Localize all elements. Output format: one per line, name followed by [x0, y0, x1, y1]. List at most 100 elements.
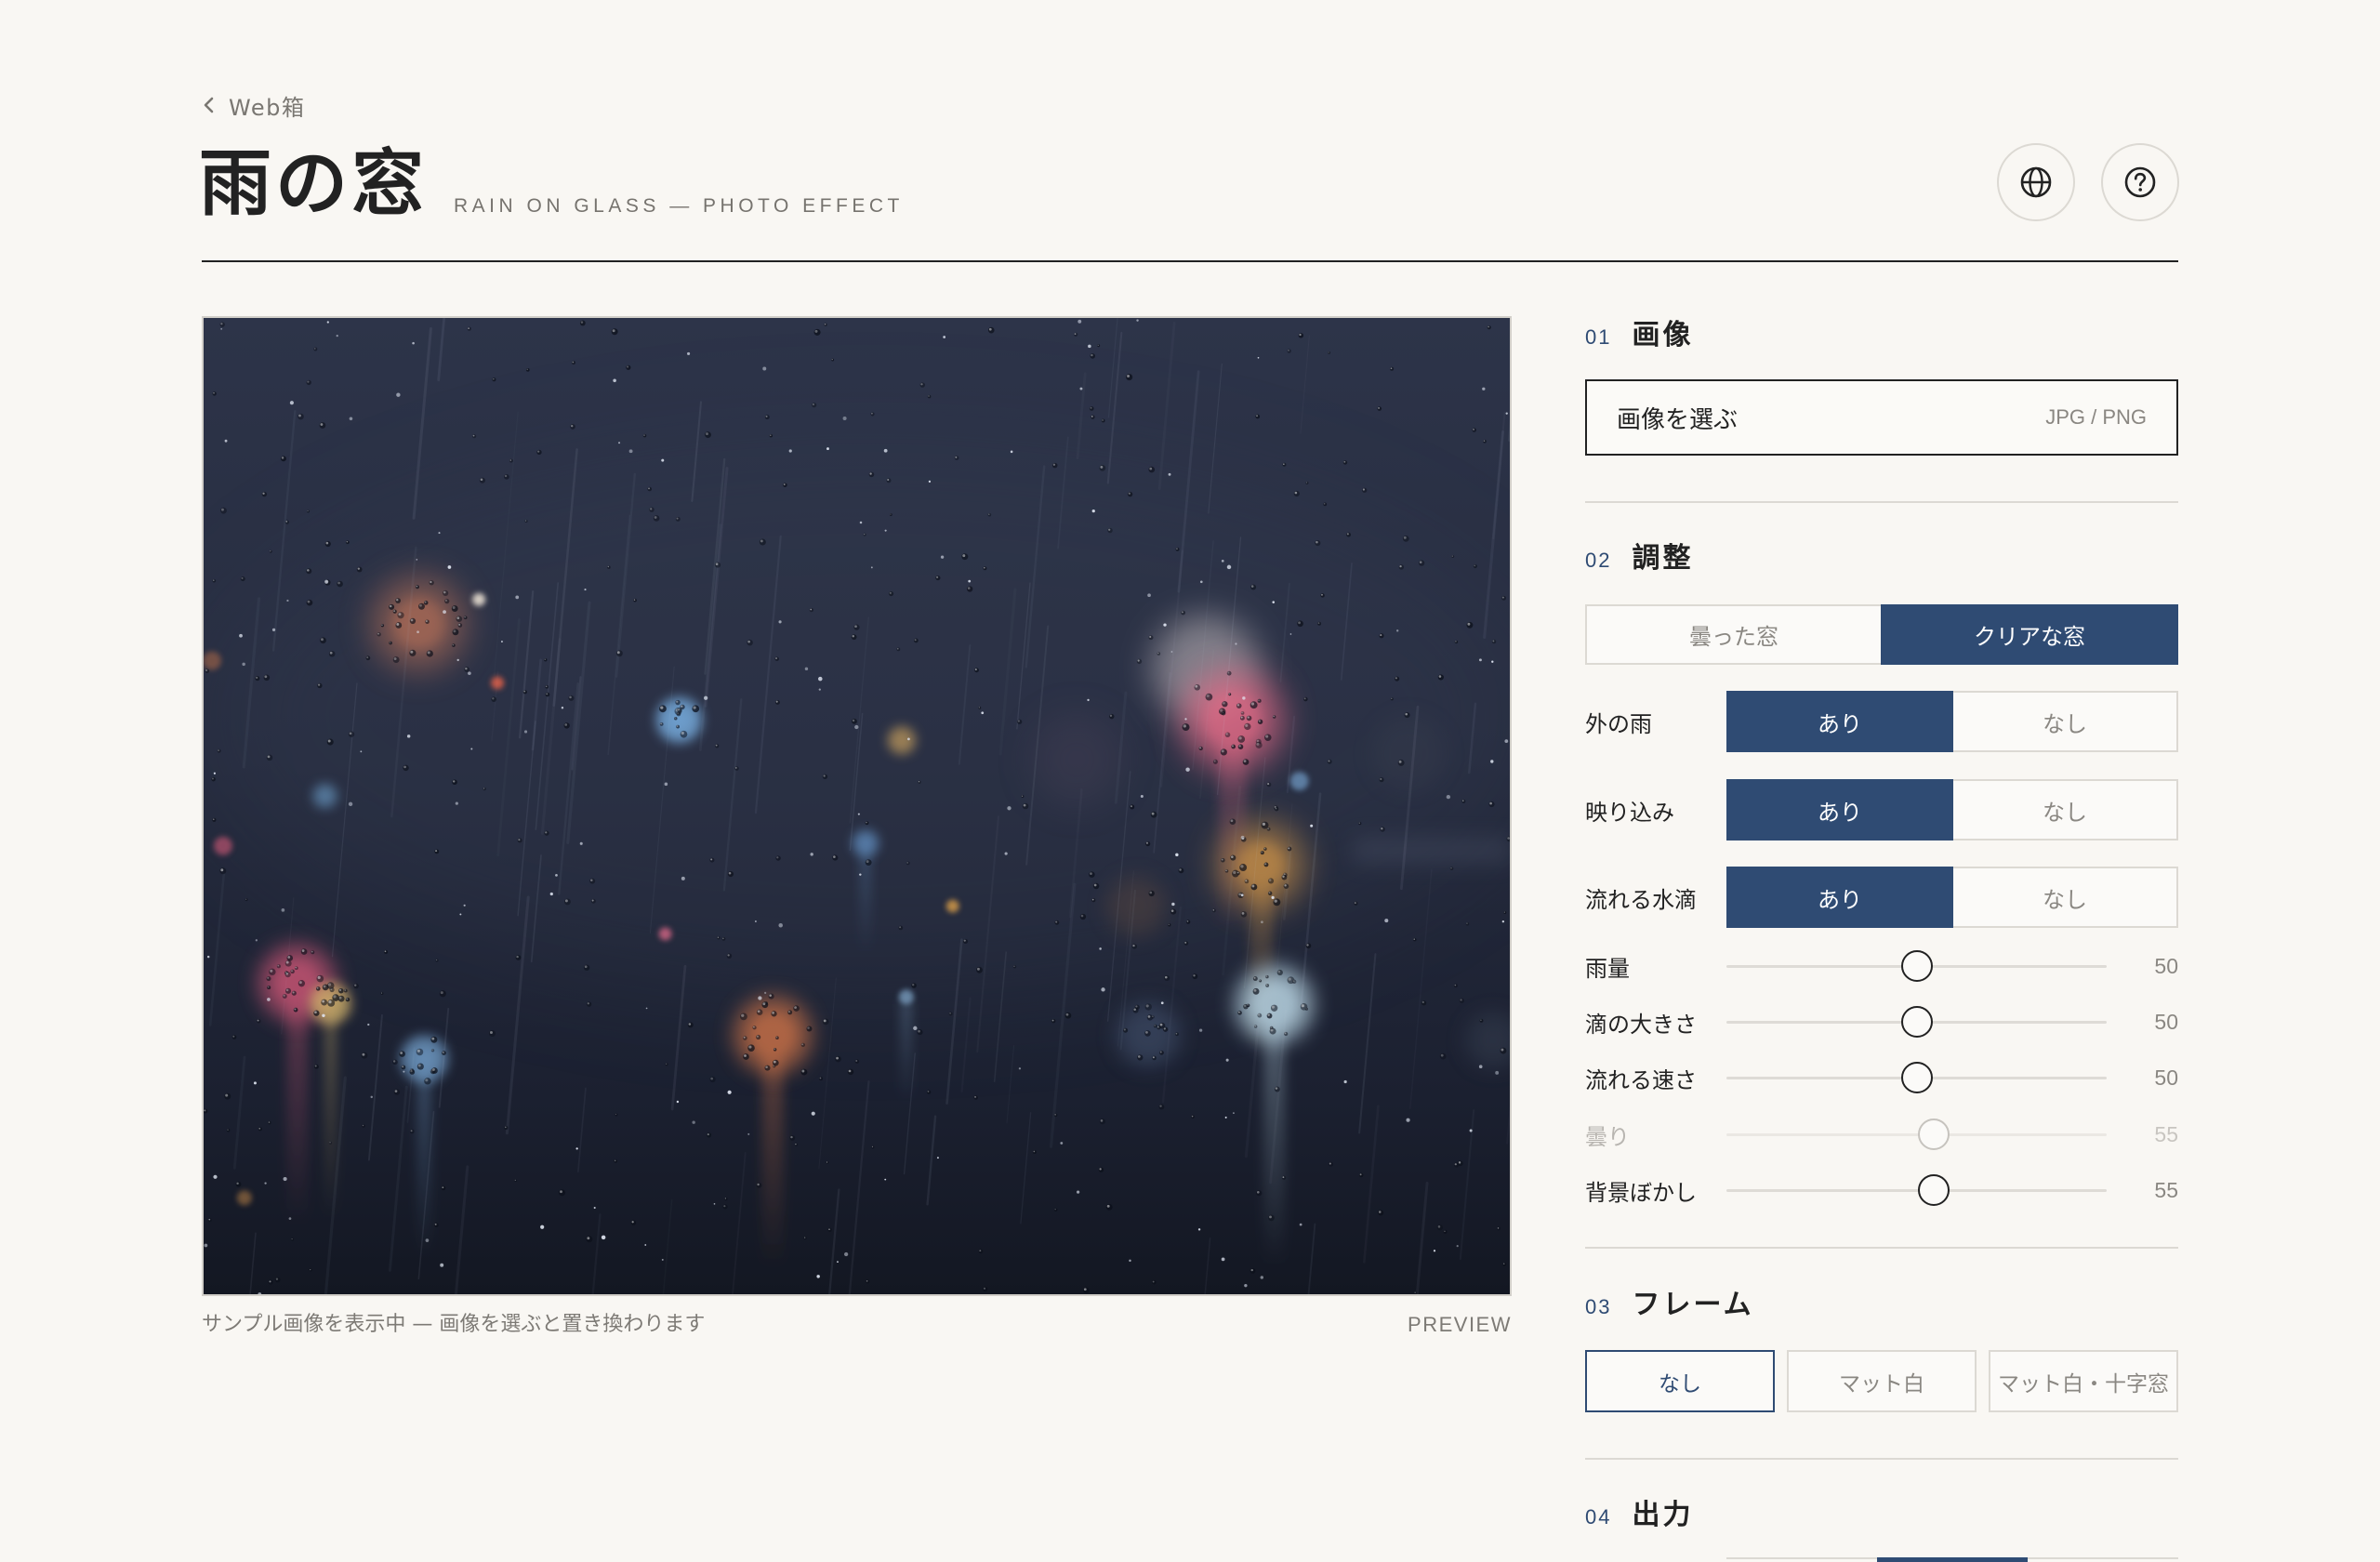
raindrop-highlight: [722, 937, 724, 940]
raindrop: [456, 616, 463, 623]
raindrop: [854, 1059, 860, 1064]
running-drops-toggle: あり なし: [1726, 867, 2178, 928]
rain-speck: [883, 448, 888, 453]
raindrop: [756, 1034, 761, 1040]
choose-image-button[interactable]: 画像を選ぶ JPG / PNG: [1585, 379, 2178, 456]
raindrop-highlight: [1130, 805, 1133, 808]
mode-option-clear[interactable]: クリアな窓: [1881, 604, 2178, 665]
output-option[interactable]: [2028, 1557, 2178, 1562]
settings-panel: 01 画像 画像を選ぶ JPG / PNG 02 調整 曇った窓 クリアな窓 外…: [1585, 0, 2178, 1562]
output-option[interactable]: [1877, 1557, 2028, 1562]
raindrop: [393, 1089, 401, 1095]
running-drops-on[interactable]: あり: [1726, 867, 1953, 928]
raindrop-highlight: [1502, 1263, 1505, 1265]
raindrop: [1032, 1150, 1037, 1155]
raindrop-highlight: [427, 651, 430, 655]
raindrop: [291, 1238, 295, 1241]
raindrop-highlight: [1359, 1173, 1362, 1176]
rain-speck: [811, 1111, 815, 1116]
outside-rain-off[interactable]: なし: [1951, 691, 2178, 752]
raindrop: [416, 585, 419, 589]
raindrop: [889, 513, 892, 516]
raindrop: [607, 565, 611, 569]
raindrop: [269, 968, 276, 976]
raindrop-highlight: [962, 554, 966, 558]
raindrop: [226, 1128, 231, 1132]
raindrop: [911, 983, 917, 988]
raindrop: [586, 1001, 592, 1007]
raindrop-highlight: [1099, 1168, 1102, 1171]
raindrop-highlight: [854, 625, 857, 629]
raindrop: [1379, 633, 1384, 639]
rain-speck: [857, 813, 860, 815]
raindrop: [1257, 719, 1263, 724]
raindrop: [268, 1120, 271, 1125]
raindrop: [457, 623, 463, 628]
raindrop: [442, 1051, 446, 1055]
raindrop: [1250, 701, 1258, 709]
raindrop-highlight: [221, 508, 224, 511]
raindrop-highlight: [812, 403, 815, 406]
raindrop-highlight: [769, 994, 772, 997]
output-option[interactable]: [1726, 1557, 1877, 1562]
raindrop: [219, 322, 225, 327]
raindrop-highlight: [432, 1068, 435, 1071]
raindrop-highlight: [298, 981, 302, 985]
raindrop-highlight: [1250, 702, 1255, 706]
raindrop: [1231, 744, 1236, 749]
reflection-on[interactable]: あり: [1726, 779, 1953, 841]
raindrop: [586, 1236, 593, 1243]
raindrop: [1264, 734, 1272, 741]
raindrop: [726, 953, 733, 959]
raindrop: [1105, 1203, 1113, 1211]
rain-speck: [447, 565, 452, 569]
back-link[interactable]: Web箱: [203, 89, 305, 121]
rain-speck: [1478, 1065, 1483, 1068]
raindrop-highlight: [569, 695, 572, 699]
raindrop: [1053, 1113, 1058, 1118]
rain-speck: [755, 920, 757, 922]
reflection-off[interactable]: なし: [1951, 779, 2178, 841]
raindrop: [326, 738, 334, 746]
raindrop-highlight: [676, 517, 679, 520]
mode-option-foggy[interactable]: 曇った窓: [1585, 604, 1883, 665]
rain-speck: [253, 1081, 257, 1085]
frame-option-none[interactable]: なし: [1585, 1350, 1775, 1412]
rain-speck: [1087, 698, 1090, 702]
drop-size-slider[interactable]: [1726, 1005, 2107, 1039]
raindrop: [1354, 901, 1358, 906]
raindrop-highlight: [504, 1126, 507, 1129]
raindrop-highlight: [269, 1280, 271, 1283]
raindrop: [409, 1069, 416, 1075]
outside-rain-on[interactable]: あり: [1726, 691, 1953, 752]
raindrop: [1229, 818, 1236, 826]
rain-speck: [468, 671, 471, 675]
rain-speck: [288, 1217, 292, 1220]
raindrop: [1449, 867, 1454, 870]
raindrop-highlight: [1247, 1004, 1249, 1006]
bokeh-light: [658, 927, 672, 941]
background-blur-slider[interactable]: [1726, 1173, 2107, 1207]
raindrop-highlight: [516, 955, 519, 959]
rain-speck: [681, 876, 685, 880]
running-drops-off[interactable]: なし: [1951, 867, 2178, 928]
flow-speed-slider[interactable]: [1726, 1061, 2107, 1094]
raindrop-highlight: [504, 474, 508, 478]
raindrop: [1021, 795, 1025, 799]
rain-speck: [1060, 1142, 1064, 1145]
rain-speck: [1478, 658, 1482, 662]
frame-option-matte-white-cross[interactable]: マット白・十字窓: [1989, 1350, 2178, 1412]
rain-speck: [884, 529, 887, 532]
raindrop-highlight: [1405, 712, 1408, 716]
raindrop-highlight: [283, 994, 285, 997]
rain-amount-slider[interactable]: [1726, 949, 2107, 983]
rain-speck: [1185, 767, 1190, 772]
raindrop-highlight: [1052, 463, 1056, 466]
raindrop-highlight: [1480, 1019, 1482, 1022]
raindrop-highlight: [268, 1121, 271, 1123]
frame-option-matte-white[interactable]: マット白: [1787, 1350, 1977, 1412]
raindrop: [479, 477, 485, 483]
raindrop-highlight: [1145, 1004, 1149, 1008]
raindrop: [284, 987, 292, 994]
raindrop-highlight: [1221, 858, 1223, 861]
